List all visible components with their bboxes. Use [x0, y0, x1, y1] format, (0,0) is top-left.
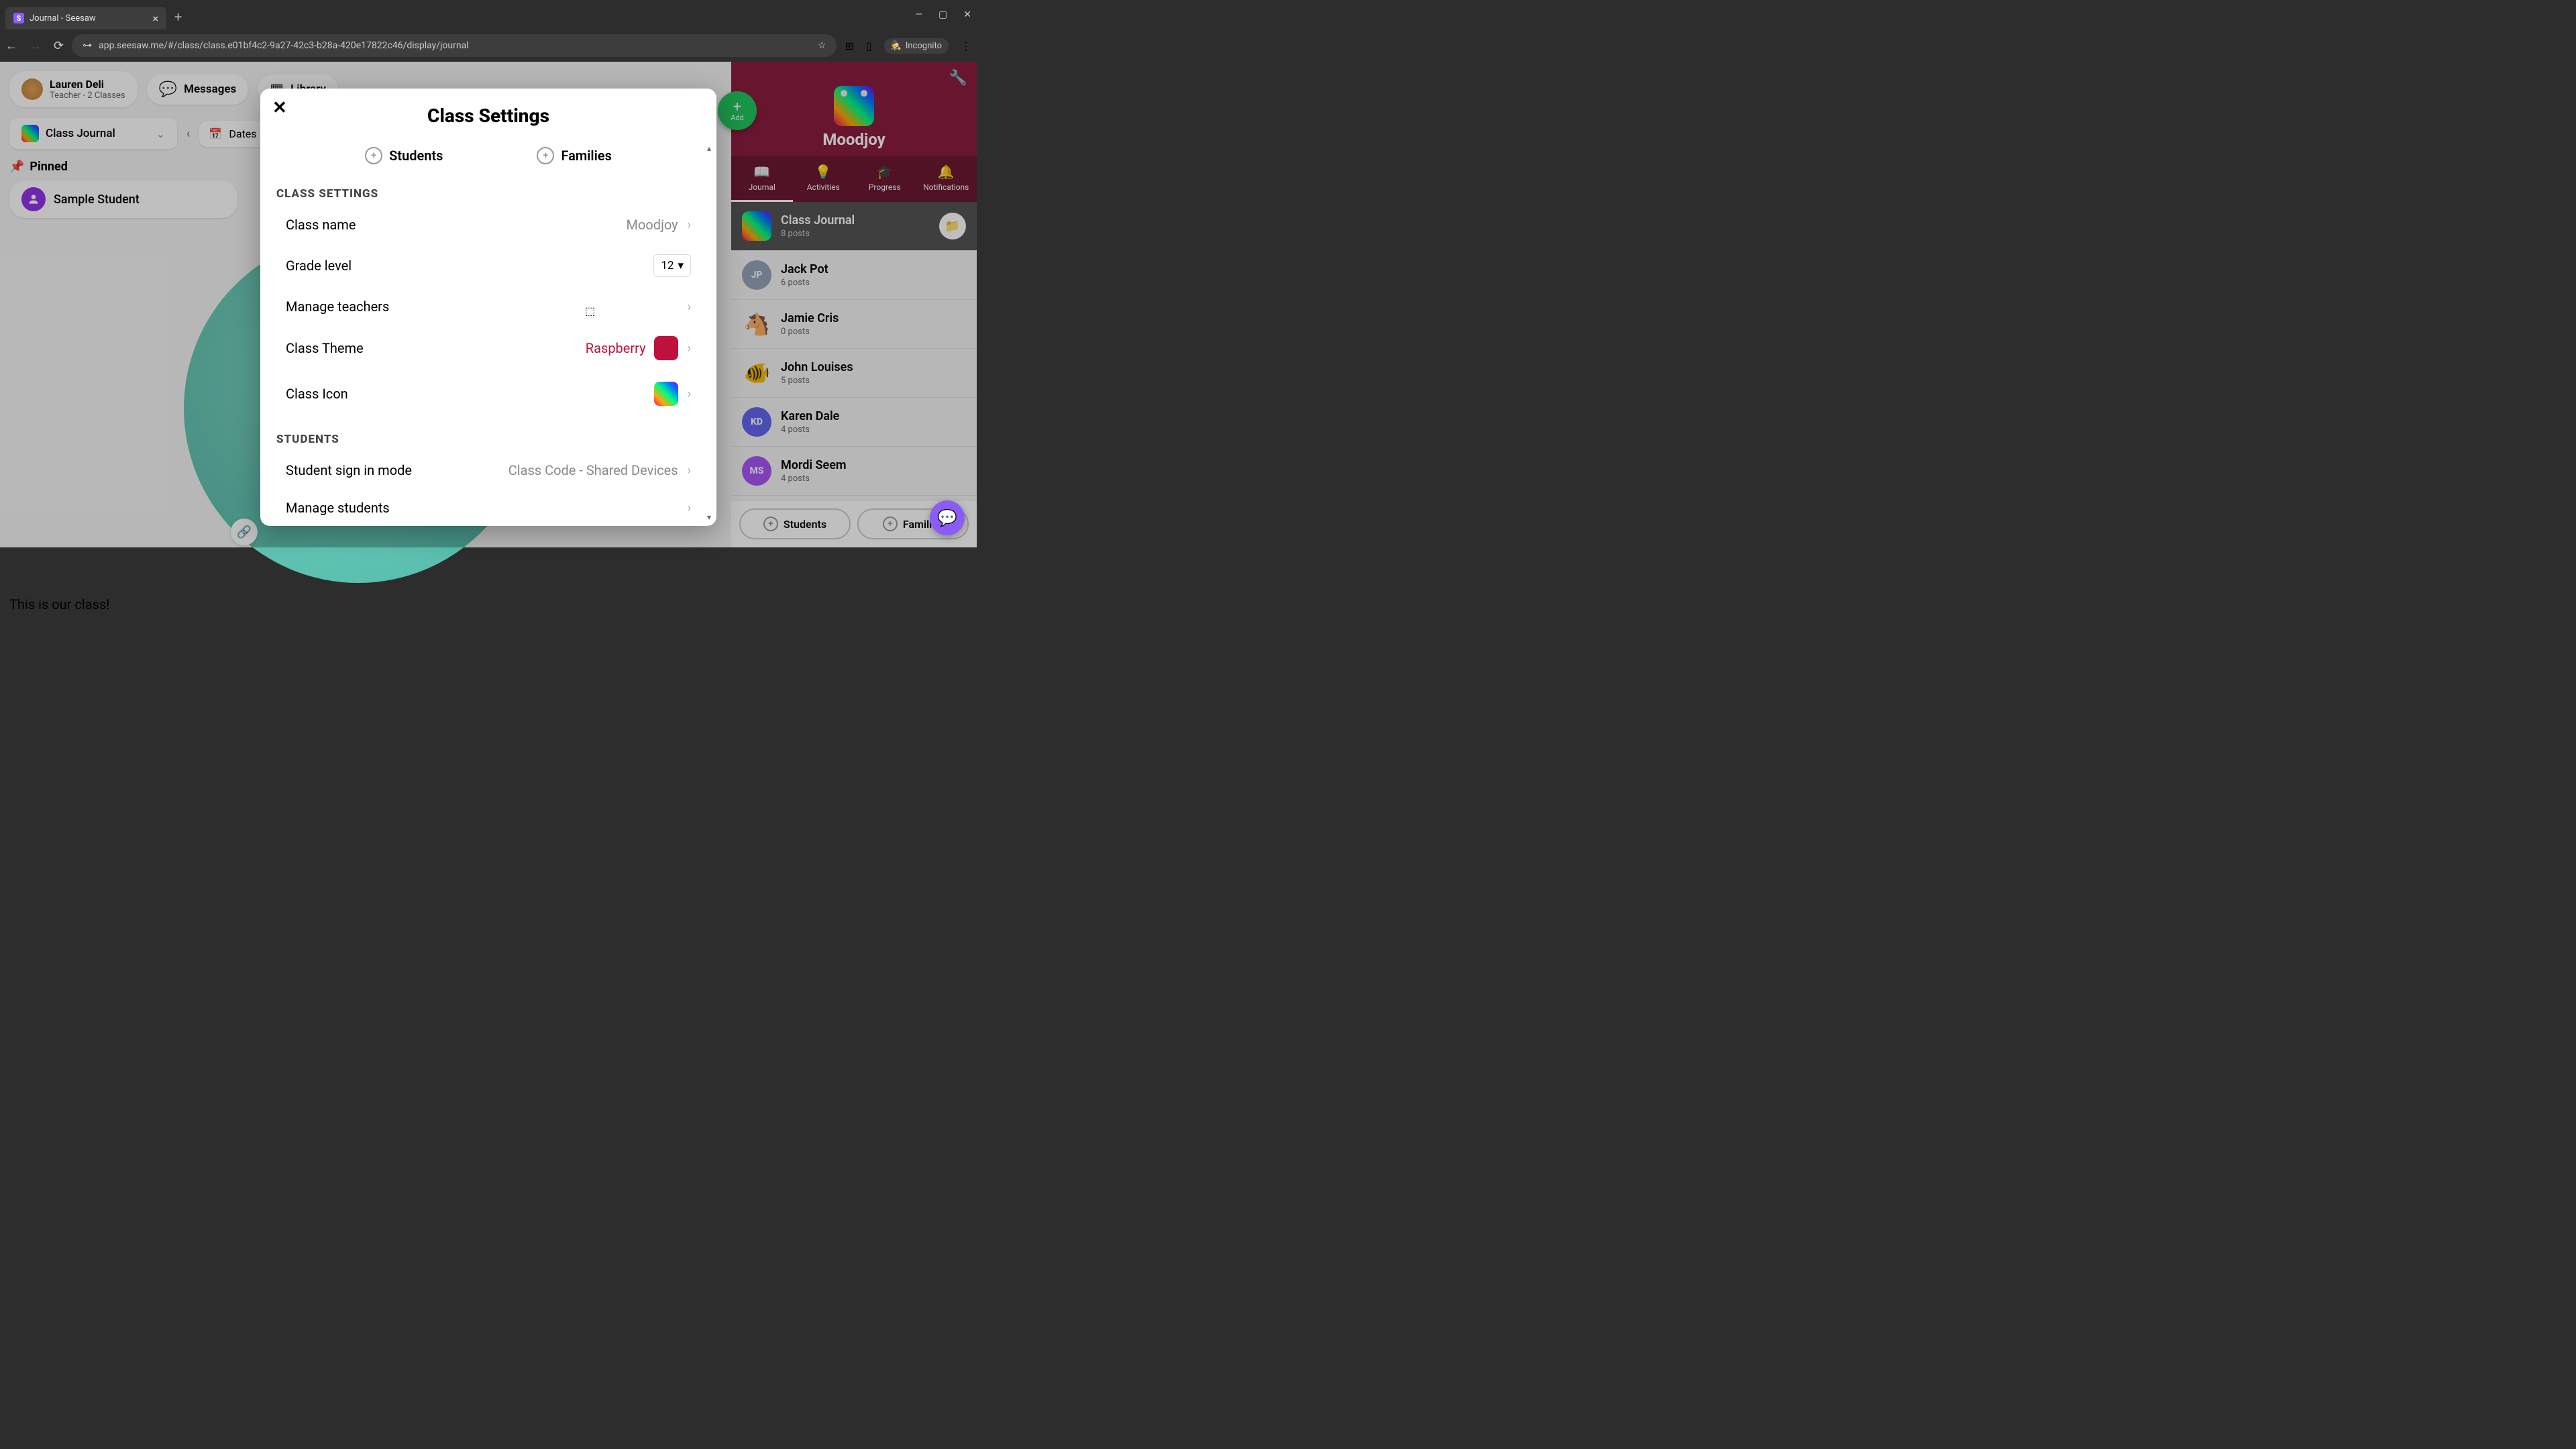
- browser-toolbar: ← → ⟳ ⊶ app.seesaw.me/#/class/class.e01b…: [0, 30, 977, 62]
- browser-tab-strip: S Journal - Seesaw × + — ▢ ✕: [0, 0, 977, 30]
- forward-icon: →: [30, 39, 42, 53]
- chevron-right-icon: ›: [688, 218, 691, 232]
- toolbar-right: ⊞ ▯ 🕵️ Incognito ⋮: [845, 38, 971, 54]
- plus-circle-icon: +: [537, 147, 554, 164]
- chat-icon: 💬: [937, 508, 957, 527]
- reload-icon[interactable]: ⟳: [54, 39, 64, 53]
- bookmark-star-icon[interactable]: ☆: [818, 40, 826, 51]
- modal-tab-students-label: Students: [389, 148, 443, 164]
- window-controls: — ▢ ✕: [915, 9, 971, 20]
- modal-tabs: + Students + Families: [260, 139, 716, 178]
- incognito-badge[interactable]: 🕵️ Incognito: [884, 38, 949, 54]
- browser-tab[interactable]: S Journal - Seesaw ×: [5, 7, 166, 30]
- section-students: STUDENTS: [276, 433, 700, 446]
- class-settings-modal: ✕ Class Settings ▴ + Students + Families…: [260, 89, 716, 526]
- extensions-icon[interactable]: ⊞: [845, 40, 853, 52]
- site-info-icon[interactable]: ⊶: [83, 40, 92, 51]
- tab-title: Journal - Seesaw: [30, 13, 96, 23]
- setting-manage-students[interactable]: Manage students ›: [276, 489, 700, 526]
- modal-tab-families[interactable]: + Families: [537, 147, 611, 164]
- chevron-right-icon: ›: [688, 464, 691, 478]
- back-icon[interactable]: ←: [5, 39, 17, 53]
- incognito-icon: 🕵️: [891, 41, 902, 51]
- setting-grade-level[interactable]: Grade level 12 ▾: [276, 244, 700, 288]
- setting-value: Moodjoy: [627, 217, 678, 233]
- setting-class-name[interactable]: Class name Moodjoy ›: [276, 206, 700, 244]
- chevron-right-icon: ›: [688, 341, 691, 356]
- setting-label: Student sign in mode: [286, 462, 508, 478]
- setting-class-icon[interactable]: Class Icon ›: [276, 371, 700, 417]
- setting-label: Class Icon: [286, 386, 646, 402]
- modal-tab-families-label: Families: [561, 148, 611, 164]
- setting-label: Class name: [286, 217, 627, 233]
- minimize-icon[interactable]: —: [915, 9, 922, 20]
- modal-title: Class Settings: [260, 89, 716, 139]
- close-icon[interactable]: ✕: [272, 98, 287, 118]
- close-window-icon[interactable]: ✕: [963, 9, 971, 20]
- new-tab-button[interactable]: +: [174, 9, 182, 25]
- setting-label: Grade level: [286, 258, 653, 274]
- setting-label: Manage teachers: [286, 299, 678, 315]
- nav-buttons: ← → ⟳: [5, 39, 64, 53]
- setting-label: Class Theme: [286, 340, 586, 356]
- address-bar[interactable]: ⊶ app.seesaw.me/#/class/class.e01bf4c2-9…: [72, 34, 837, 57]
- grade-dropdown[interactable]: 12 ▾: [653, 254, 691, 277]
- post-caption: This is our class!: [9, 596, 722, 612]
- setting-value: Raspberry: [586, 340, 646, 356]
- kebab-menu-icon[interactable]: ⋮: [961, 40, 971, 52]
- chevron-right-icon: ›: [688, 300, 691, 314]
- side-panel-icon[interactable]: ▯: [866, 40, 872, 52]
- theme-color-swatch: [654, 336, 678, 360]
- incognito-label: Incognito: [906, 41, 942, 51]
- setting-label: Manage students: [286, 500, 678, 516]
- setting-signin-mode[interactable]: Student sign in mode Class Code - Shared…: [276, 451, 700, 489]
- close-tab-icon[interactable]: ×: [152, 12, 158, 25]
- setting-class-theme[interactable]: Class Theme Raspberry ›: [276, 325, 700, 371]
- modal-body[interactable]: CLASS SETTINGS Class name Moodjoy › Grad…: [260, 178, 716, 526]
- scroll-up-arrow-icon[interactable]: ▴: [707, 144, 711, 153]
- url-text: app.seesaw.me/#/class/class.e01bf4c2-9a2…: [99, 40, 811, 51]
- modal-tab-students[interactable]: + Students: [365, 147, 443, 164]
- section-class-settings: CLASS SETTINGS: [276, 187, 700, 201]
- grade-value: 12: [661, 259, 674, 272]
- maximize-icon[interactable]: ▢: [938, 9, 947, 20]
- scroll-down-arrow-icon[interactable]: ▾: [707, 513, 711, 522]
- seesaw-favicon: S: [13, 13, 24, 23]
- chevron-right-icon: ›: [688, 501, 691, 515]
- help-chat-button[interactable]: 💬: [930, 500, 965, 535]
- caret-down-icon: ▾: [678, 259, 684, 272]
- chevron-right-icon: ›: [688, 387, 691, 401]
- plus-circle-icon: +: [365, 147, 382, 164]
- class-icon-swatch: [654, 382, 678, 406]
- setting-manage-teachers[interactable]: Manage teachers ›: [276, 288, 700, 325]
- setting-value: Class Code - Shared Devices: [508, 462, 678, 478]
